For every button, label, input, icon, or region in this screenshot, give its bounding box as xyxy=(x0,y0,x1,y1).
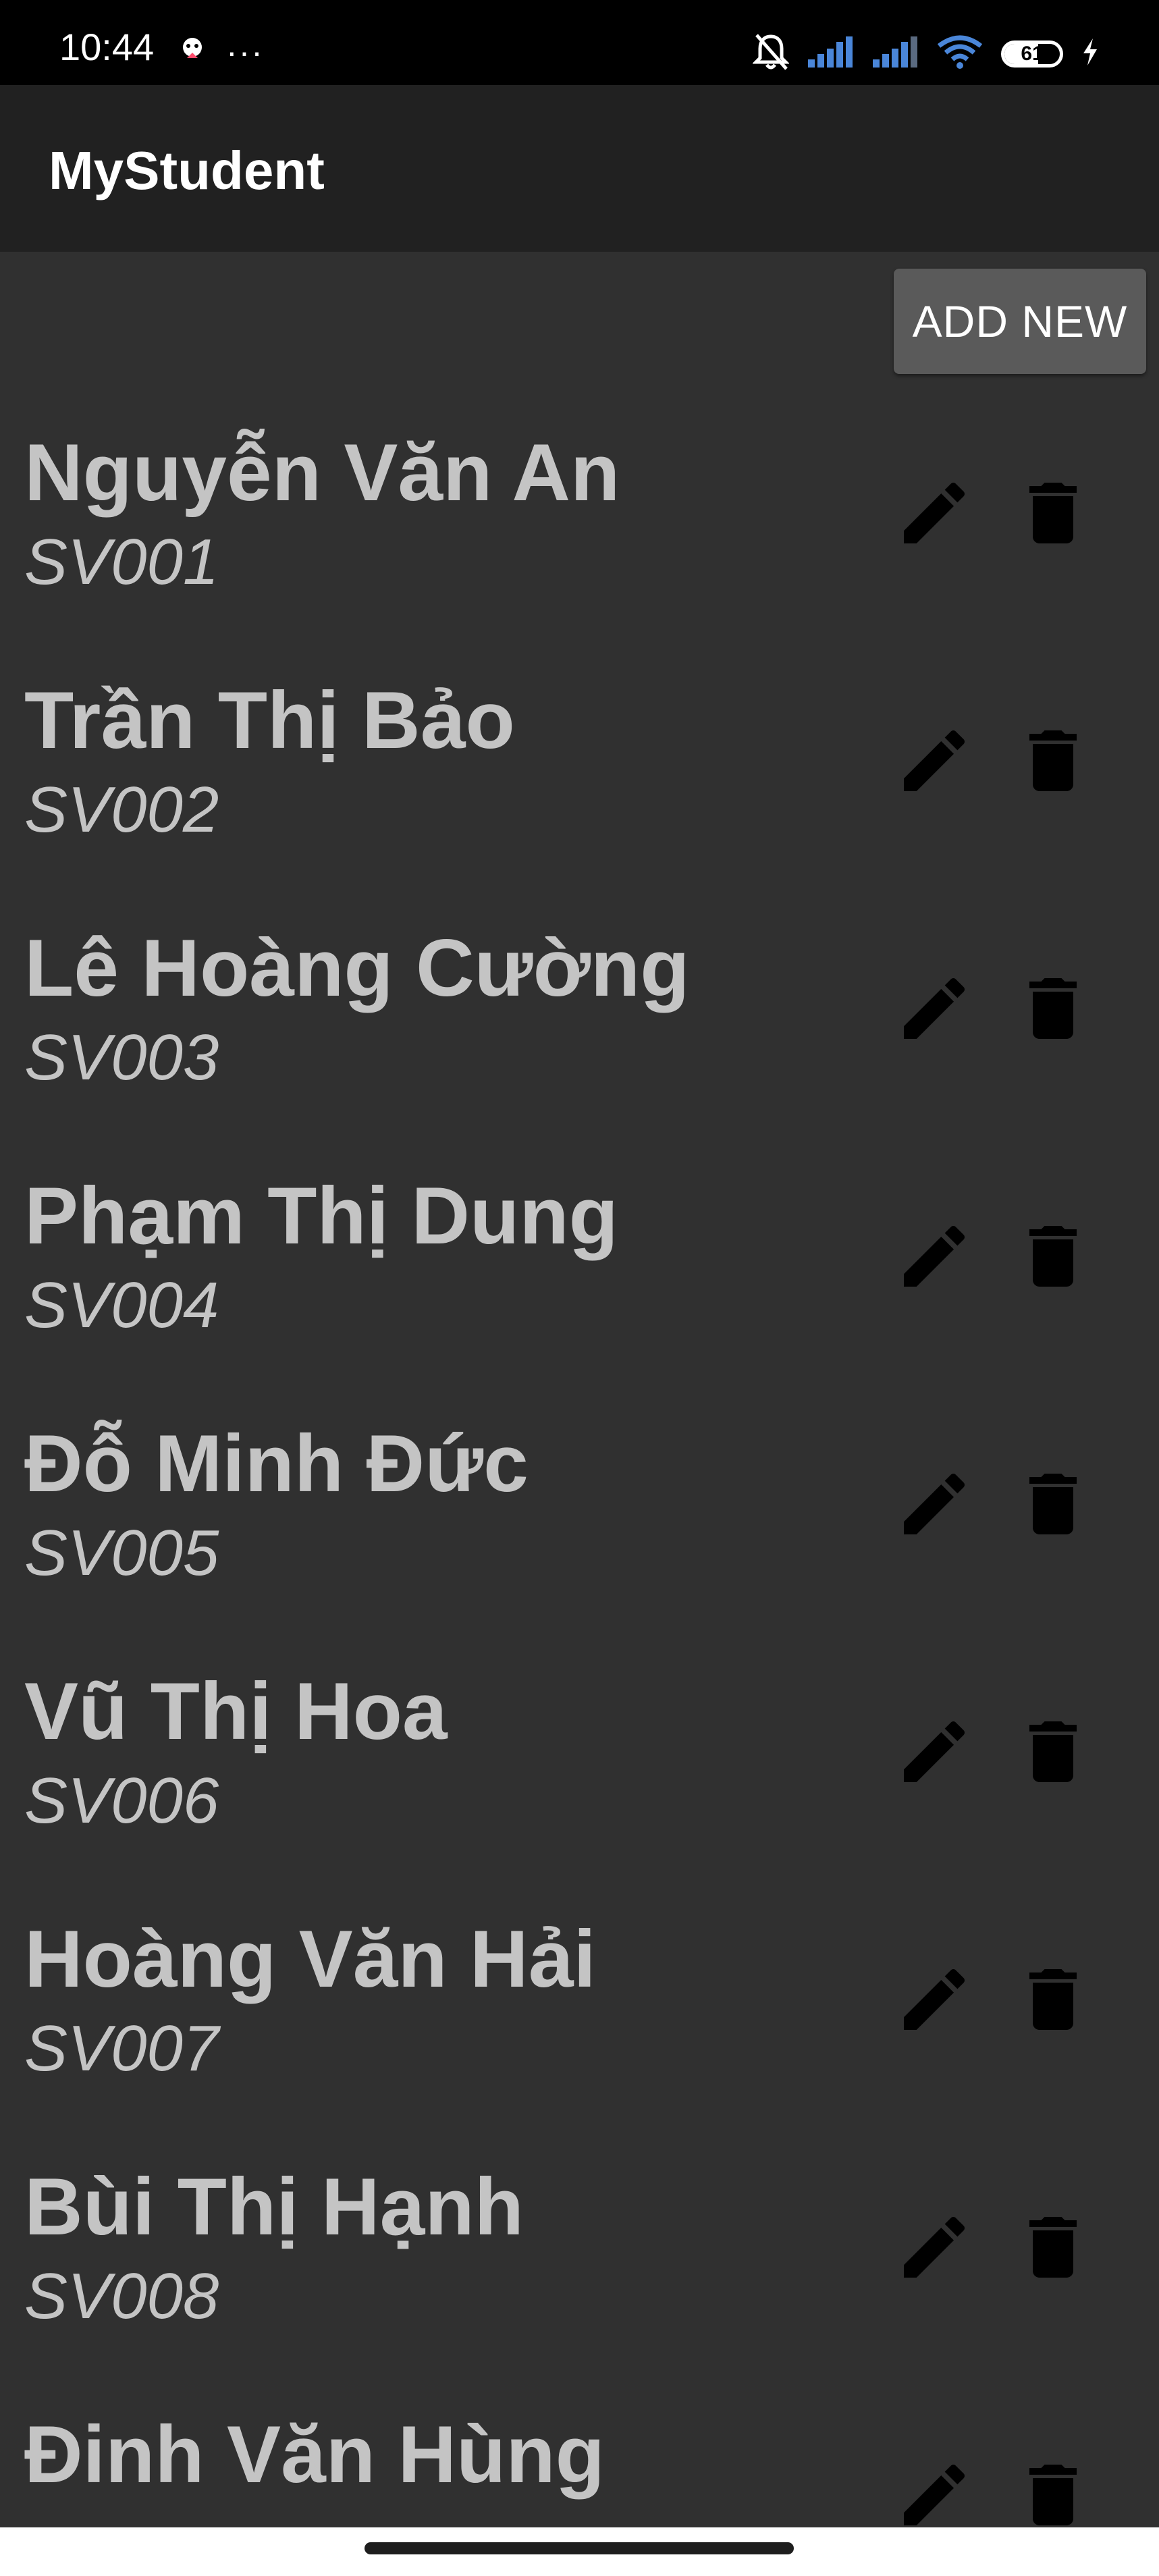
delete-button[interactable] xyxy=(1013,1216,1094,1297)
pencil-icon xyxy=(904,977,965,1039)
delete-button[interactable] xyxy=(1013,1464,1094,1545)
edit-button[interactable] xyxy=(894,968,975,1049)
student-row[interactable]: Phạm Thị Dung SV004 xyxy=(0,1148,1159,1396)
student-name: Trần Thị Bảo xyxy=(24,675,515,766)
more-notifications-indicator: ··· xyxy=(226,32,264,71)
trash-icon xyxy=(1029,1969,1077,2030)
edit-button[interactable] xyxy=(894,1464,975,1545)
signal-icon xyxy=(807,35,854,72)
student-name: Bùi Thị Hạnh xyxy=(24,2162,524,2252)
pencil-icon xyxy=(904,730,965,791)
student-code: SV007 xyxy=(24,2012,219,2085)
student-code: SV008 xyxy=(24,2260,219,2332)
student-row[interactable]: Đỗ Minh Đức SV005 xyxy=(0,1396,1159,1644)
trash-icon xyxy=(1029,1226,1077,1287)
app-bar: MyStudent xyxy=(0,85,1159,252)
delete-button[interactable] xyxy=(1013,968,1094,1049)
student-name: Hoàng Văn Hải xyxy=(24,1914,596,2004)
trash-icon xyxy=(1029,730,1077,791)
student-row[interactable]: Bùi Thị Hạnh SV008 xyxy=(0,2139,1159,2387)
edit-button[interactable] xyxy=(894,2454,975,2535)
trash-icon xyxy=(1029,1721,1077,1782)
student-name: Đinh Văn Hùng xyxy=(24,2409,605,2500)
trash-icon xyxy=(1029,1474,1077,1534)
battery-level: 61 xyxy=(1021,42,1044,65)
signal-icon xyxy=(871,35,919,72)
bell-off-icon xyxy=(751,32,790,75)
status-right-icons: 61 xyxy=(751,32,1100,75)
edit-button[interactable] xyxy=(894,720,975,801)
app-screen: 10:44 ··· 61 MyStudent ADD NEW Nguyễn Vă… xyxy=(0,0,1159,2576)
delete-button[interactable] xyxy=(1013,2207,1094,2288)
wifi-icon xyxy=(936,34,983,74)
student-code: SV006 xyxy=(24,1765,219,1837)
student-name: Phạm Thị Dung xyxy=(24,1171,618,1261)
student-name: Lê Hoàng Cường xyxy=(24,923,690,1013)
student-code: SV002 xyxy=(24,774,219,846)
status-left-icons: ··· xyxy=(179,32,264,71)
home-indicator[interactable] xyxy=(365,2542,794,2554)
delete-button[interactable] xyxy=(1013,1711,1094,1792)
student-row[interactable]: Lê Hoàng Cường SV003 xyxy=(0,901,1159,1148)
trash-icon xyxy=(1029,978,1077,1039)
edit-button[interactable] xyxy=(894,1959,975,2040)
add-new-button[interactable]: ADD NEW xyxy=(894,269,1146,374)
battery-icon: 61 xyxy=(1001,40,1063,68)
charging-icon xyxy=(1081,37,1100,70)
pencil-icon xyxy=(904,1473,965,1534)
student-code: SV003 xyxy=(24,1021,219,1094)
status-bar: 10:44 ··· 61 xyxy=(0,0,1159,85)
delete-button[interactable] xyxy=(1013,720,1094,801)
student-name: Nguyễn Văn An xyxy=(24,427,620,518)
app-title: MyStudent xyxy=(49,140,325,200)
delete-button[interactable] xyxy=(1013,1959,1094,2040)
pencil-icon xyxy=(904,1968,965,2030)
trash-icon xyxy=(1029,2217,1077,2278)
student-name: Đỗ Minh Đức xyxy=(24,1418,529,1509)
pencil-icon xyxy=(904,1225,965,1287)
pencil-icon xyxy=(904,2216,965,2278)
status-time: 10:44 xyxy=(59,26,155,68)
student-code: SV001 xyxy=(24,526,219,598)
navigation-bar xyxy=(0,2527,1159,2576)
student-row[interactable]: Vũ Thị Hoa SV006 xyxy=(0,1644,1159,1891)
student-code: SV005 xyxy=(24,1517,219,1589)
delete-button[interactable] xyxy=(1013,2454,1094,2535)
pencil-icon xyxy=(904,1721,965,1782)
edit-button[interactable] xyxy=(894,1711,975,1792)
trash-icon xyxy=(1029,2465,1077,2525)
student-name: Vũ Thị Hoa xyxy=(24,1666,448,1756)
student-row[interactable]: Nguyễn Văn An SV001 xyxy=(0,405,1159,653)
student-code: SV004 xyxy=(24,1269,219,1341)
pencil-icon xyxy=(904,482,965,543)
edit-button[interactable] xyxy=(894,1216,975,1297)
student-row[interactable]: Hoàng Văn Hải SV007 xyxy=(0,1891,1159,2139)
edit-button[interactable] xyxy=(894,2207,975,2288)
edit-button[interactable] xyxy=(894,473,975,554)
delete-button[interactable] xyxy=(1013,473,1094,554)
student-row[interactable]: Trần Thị Bảo SV002 xyxy=(0,653,1159,901)
pencil-icon xyxy=(904,2464,965,2525)
trash-icon xyxy=(1029,483,1077,543)
assistant-icon xyxy=(179,35,206,68)
